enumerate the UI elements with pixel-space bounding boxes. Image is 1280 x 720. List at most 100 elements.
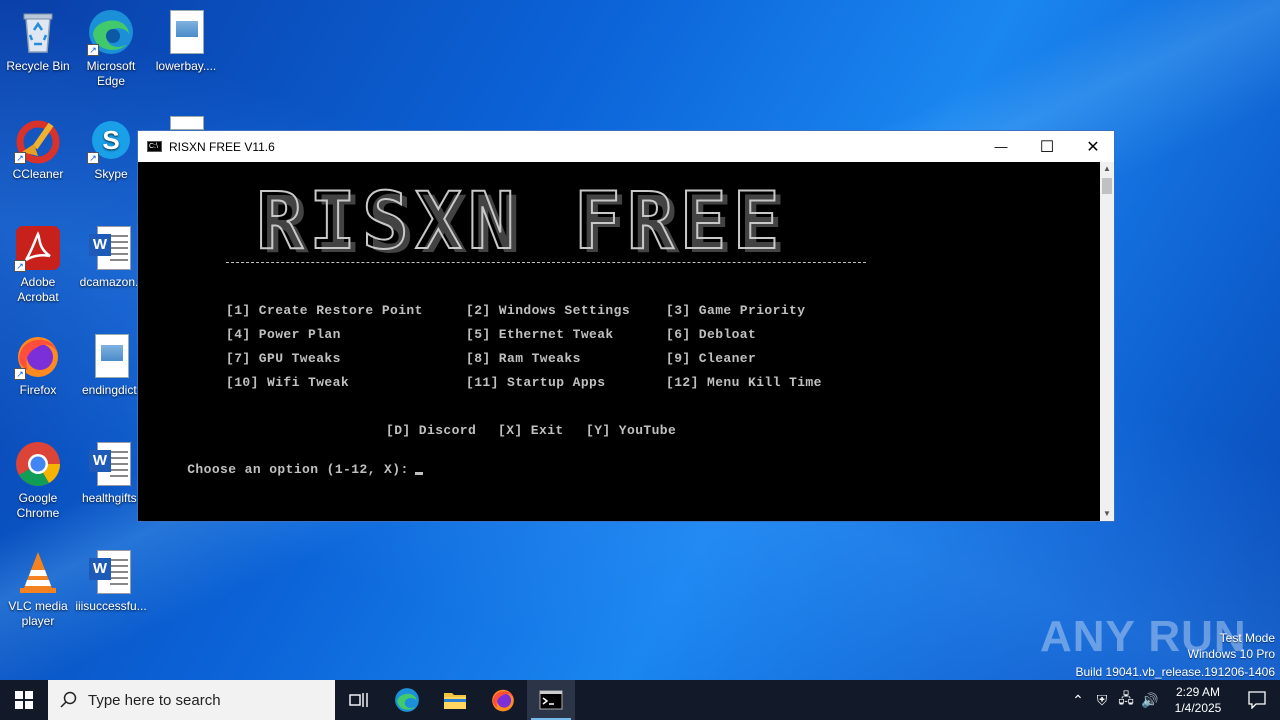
text-cursor — [414, 472, 423, 475]
desktop-icon-label: CCleaner — [12, 167, 64, 181]
console-icon — [539, 690, 563, 710]
desktop-icon-recycle-bin[interactable]: Recycle Bin — [0, 8, 76, 74]
taskbar-search-box[interactable]: Type here to search — [48, 680, 335, 720]
menu-option-2: [2] Windows Settings — [466, 303, 631, 318]
word-document-icon: W — [87, 440, 135, 488]
menu-option-4: [4] Power Plan — [226, 327, 341, 342]
menu-option-youtube: [Y] YouTube — [586, 423, 677, 438]
system-tray: ⌃ ⛨ 🖧 🔊 2:29 AM 1/4/2025 — [1066, 680, 1280, 720]
shortcut-arrow-icon: ↗ — [87, 44, 99, 56]
search-icon — [60, 691, 77, 708]
taskbar-file-explorer[interactable] — [431, 680, 479, 720]
menu-option-9: [9] Cleaner — [666, 351, 757, 366]
word-document-icon: W — [87, 224, 135, 272]
task-view-icon — [349, 693, 368, 707]
menu-option-6: [6] Debloat — [666, 327, 757, 342]
image-file-icon — [162, 8, 210, 56]
menu-option-discord: [D] Discord — [386, 423, 477, 438]
edge-icon: ↗ — [87, 8, 135, 56]
ccleaner-icon: ↗ — [14, 116, 62, 164]
scroll-up-icon[interactable]: ▲ — [1100, 162, 1114, 176]
window-title: RISXN FREE V11.6 — [169, 139, 275, 154]
desktop-icon-label: iiisuccessfu... — [75, 599, 147, 613]
close-icon: ✕ — [1086, 138, 1100, 156]
chrome-icon — [14, 440, 62, 488]
close-button[interactable]: ✕ — [1070, 131, 1116, 162]
shortcut-arrow-icon: ↗ — [87, 152, 99, 164]
desktop-icon-firefox[interactable]: ↗ Firefox — [0, 332, 76, 398]
desktop-icon-adobe-acrobat[interactable]: ↗ Adobe Acrobat — [0, 224, 76, 305]
desktop-icon-vlc[interactable]: VLC media player — [0, 548, 76, 629]
volume-icon[interactable]: 🔊 — [1138, 680, 1162, 720]
minimize-button[interactable]: — — [978, 131, 1024, 162]
shortcut-arrow-icon: ↗ — [14, 152, 26, 164]
image-file-icon — [87, 332, 135, 380]
console-window[interactable]: C:\ RISXN FREE V11.6 — ☐ ✕ RISXN FREE RI… — [137, 130, 1115, 522]
notification-button[interactable] — [1234, 680, 1280, 720]
edge-icon — [395, 688, 419, 712]
menu-option-12: [12] Menu Kill Time — [666, 375, 822, 390]
folder-icon — [444, 693, 466, 709]
desktop-icon-iiisuccessful[interactable]: W iiisuccessfu... — [73, 548, 149, 614]
desktop-icon-lowerbay[interactable]: lowerbay.... — [148, 8, 224, 74]
window-titlebar[interactable]: C:\ RISXN FREE V11.6 — ☐ ✕ — [138, 131, 1114, 162]
notification-icon — [1248, 691, 1266, 709]
shortcut-arrow-icon: ↗ — [14, 260, 26, 272]
banner-divider — [226, 262, 866, 263]
skype-icon: S ↗ — [87, 116, 135, 164]
desktop-icon-label: Recycle Bin — [6, 59, 70, 73]
search-placeholder: Type here to search — [88, 691, 221, 709]
network-icon[interactable]: 🖧 — [1114, 680, 1138, 720]
acrobat-icon: ↗ — [14, 224, 62, 272]
defender-icon[interactable]: ⛨ — [1090, 680, 1114, 720]
build-label: Build 19041.vb_release.191206-1406 — [1075, 665, 1276, 679]
vertical-scrollbar[interactable]: ▲ ▼ — [1100, 162, 1114, 521]
clock-date: 1/4/2025 — [1174, 701, 1222, 715]
prompt-text: Choose an option (1-12, X): — [187, 462, 409, 477]
menu-option-5: [5] Ethernet Tweak — [466, 327, 614, 342]
desktop-icon-chrome[interactable]: Google Chrome — [0, 440, 76, 521]
menu-option-3: [3] Game Priority — [666, 303, 806, 318]
start-button[interactable] — [0, 680, 48, 720]
taskbar: Type here to search ⌃ ⛨ 🖧 🔊 2:29 AM 1/4/… — [0, 680, 1280, 720]
menu-option-7: [7] GPU Tweaks — [226, 351, 341, 366]
menu-option-10: [10] Wifi Tweak — [226, 375, 350, 390]
menu-option-11: [11] Startup Apps — [466, 375, 606, 390]
task-view-button[interactable] — [335, 680, 383, 720]
desktop-icon-label: Adobe Acrobat — [17, 275, 59, 304]
desktop-icon-edge[interactable]: ↗ Microsoft Edge — [73, 8, 149, 89]
test-mode-label: Test Mode — [1219, 631, 1275, 645]
menu-option-8: [8] Ram Tweaks — [466, 351, 581, 366]
maximize-button[interactable]: ☐ — [1024, 131, 1070, 162]
desktop-icon-label: Google Chrome — [16, 491, 60, 520]
desktop-icon-label: Firefox — [19, 383, 57, 397]
taskbar-console[interactable] — [527, 680, 575, 720]
windows-edition-label: Windows 10 Pro — [1187, 647, 1275, 661]
scroll-down-icon[interactable]: ▼ — [1100, 507, 1114, 521]
desktop-icon-label: VLC media player — [8, 599, 68, 628]
desktop-icon-label: Microsoft Edge — [86, 59, 136, 88]
console-app-icon: C:\ — [147, 141, 162, 152]
minimize-icon: — — [994, 139, 1008, 154]
shortcut-arrow-icon: ↗ — [14, 368, 26, 380]
scroll-thumb[interactable] — [1102, 178, 1112, 194]
recycle-bin-icon — [14, 8, 62, 56]
menu-option-exit: [X] Exit — [498, 423, 564, 438]
clock[interactable]: 2:29 AM 1/4/2025 — [1162, 684, 1234, 716]
ascii-banner: RISXN FREE — [255, 177, 786, 267]
menu-option-1: [1] Create Restore Point — [226, 303, 423, 318]
firefox-icon — [492, 689, 514, 712]
windows-logo-icon — [15, 691, 33, 709]
prompt-line[interactable]: Choose an option (1-12, X): — [138, 447, 423, 492]
console-output[interactable]: RISXN FREE RISXN FREE [1] Create Restore… — [138, 162, 1100, 521]
taskbar-firefox[interactable] — [479, 680, 527, 720]
svg-text:S: S — [102, 125, 119, 155]
maximize-icon: ☐ — [1039, 138, 1055, 156]
desktop-icon-label: lowerbay.... — [155, 59, 217, 73]
taskbar-edge[interactable] — [383, 680, 431, 720]
vlc-icon — [14, 548, 62, 596]
firefox-icon: ↗ — [14, 332, 62, 380]
chevron-up-icon[interactable]: ⌃ — [1066, 680, 1090, 720]
desktop-icon-ccleaner[interactable]: ↗ CCleaner — [0, 116, 76, 182]
clock-time: 2:29 AM — [1175, 685, 1221, 699]
